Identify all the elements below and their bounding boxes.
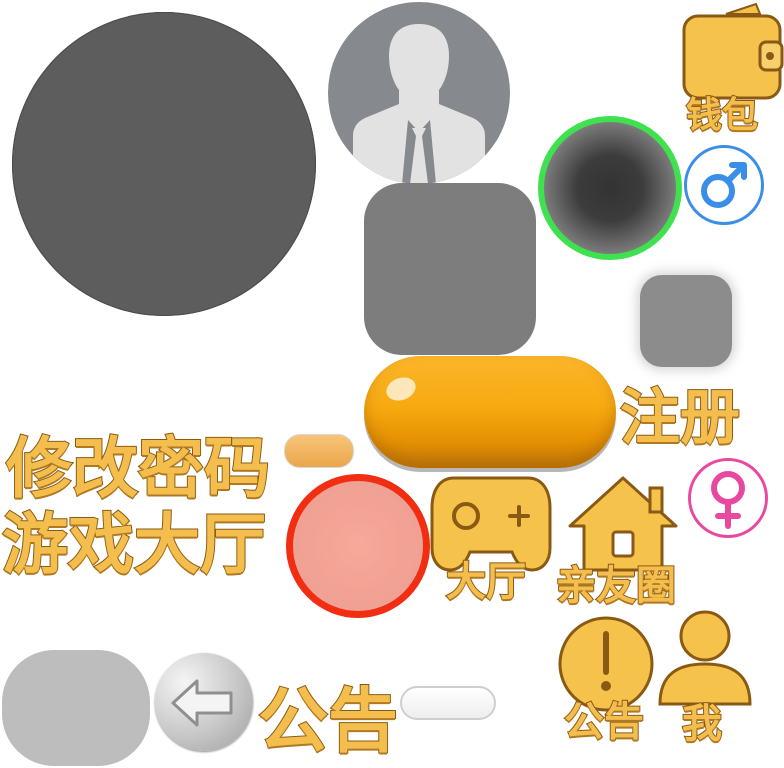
- female-icon[interactable]: [688, 458, 768, 538]
- avatar-silhouette-icon: [353, 24, 485, 184]
- user-icon[interactable]: [656, 608, 754, 708]
- back-button[interactable]: [155, 653, 253, 751]
- avatar-frame-green: [538, 116, 682, 260]
- friends-circle-label: 亲友圈: [555, 563, 677, 609]
- notice-label-large: 公告: [257, 680, 399, 762]
- register-label: 注册: [619, 383, 741, 453]
- grey-panel: [2, 650, 150, 766]
- gamepad-icon[interactable]: [430, 472, 552, 572]
- avatar-frame-red: [286, 474, 430, 618]
- change-password-label: 修改密码: [5, 430, 271, 507]
- small-white-button[interactable]: [400, 686, 496, 720]
- avatar-frame-large: [12, 12, 316, 316]
- lobby-label: 大厅: [445, 559, 527, 605]
- small-orange-button[interactable]: [284, 434, 354, 468]
- back-arrow-icon: [171, 679, 233, 727]
- register-button-bg[interactable]: [364, 356, 616, 468]
- wallet-icon[interactable]: [680, 2, 784, 102]
- game-lobby-label: 游戏大厅: [1, 506, 267, 583]
- notice-label-small: 公告: [563, 699, 645, 745]
- house-icon[interactable]: [566, 474, 680, 574]
- wallet-label: 钱包: [685, 95, 759, 136]
- male-icon[interactable]: [684, 145, 764, 225]
- default-avatar: [328, 2, 510, 184]
- avatar-placeholder-small: [640, 275, 732, 367]
- avatar-placeholder-square: [364, 183, 536, 355]
- me-label: 我: [681, 701, 723, 747]
